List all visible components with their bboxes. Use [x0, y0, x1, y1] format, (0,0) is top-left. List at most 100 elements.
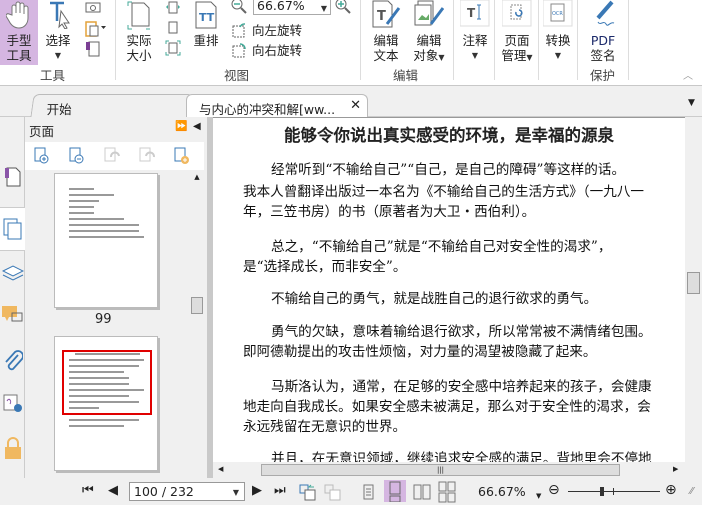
single-page-icon[interactable] — [362, 484, 376, 500]
continuous-facing-icon[interactable] — [438, 481, 456, 503]
document-view: 能够令你说出真实感受的环境，是幸福的源泉 经常听到“不输给自己”“自己，是自己的… — [213, 117, 685, 462]
rotate-left-button[interactable]: 向左旋转 — [231, 20, 302, 39]
hand-icon — [0, 0, 38, 30]
actual-size-button[interactable]: 实际 大小 — [120, 0, 158, 63]
thumbnail-toolbar — [25, 142, 204, 170]
continuous-page-button[interactable] — [384, 480, 406, 503]
zoom-select[interactable]: 66.67% ▼ — [253, 0, 331, 15]
page-thumbnail[interactable] — [54, 173, 158, 308]
clipboard-icon[interactable] — [84, 20, 108, 41]
edit-object-icon — [409, 0, 449, 30]
continuous-page-icon — [389, 481, 401, 503]
ocr-icon: OCR — [541, 0, 575, 27]
snapshot-icon[interactable] — [84, 0, 102, 17]
pages-panel: 页面 ⏩ ◀ 99 ▲ — [25, 117, 207, 478]
comments-icon[interactable] — [0, 299, 25, 331]
actual-size-icon — [120, 0, 158, 30]
rotate-right-icon — [232, 42, 246, 57]
tab-start[interactable]: 开始 — [30, 94, 194, 117]
next-page-button[interactable]: ▶ — [252, 483, 262, 498]
last-page-button[interactable]: ⏭ — [274, 483, 286, 498]
collapse-ribbon-icon[interactable]: ︿ — [683, 67, 693, 82]
edit-object-button[interactable]: 编辑 对象▼ — [409, 0, 449, 65]
first-page-button[interactable]: ⏮ — [82, 483, 94, 498]
comment-button[interactable]: T 注释 ▼ — [458, 0, 492, 63]
zoom-out-button[interactable]: ⊖ — [548, 482, 560, 498]
svg-text:T: T — [377, 9, 386, 24]
zoom-in-icon[interactable] — [334, 0, 352, 17]
reflow-icon: TT — [188, 0, 224, 30]
collapse-panel-icon[interactable]: ◀ — [193, 121, 201, 132]
signatures-icon[interactable] — [0, 387, 25, 419]
reflow-button[interactable]: TT 重排 — [188, 0, 224, 48]
layers-icon[interactable] — [0, 255, 25, 287]
svg-text:OCR: OCR — [552, 11, 563, 17]
fit-width-icon[interactable] — [164, 0, 182, 19]
horizontal-scrollbar[interactable]: ◀ ||| ▶ — [213, 462, 685, 478]
close-tab-icon[interactable]: ✕ — [350, 98, 361, 113]
convert-button[interactable]: OCR 转换 ▼ — [541, 0, 575, 63]
enlarge-thumbnail-icon[interactable] — [33, 147, 51, 165]
tab-list-dropdown-icon[interactable]: ▼ — [688, 98, 695, 108]
document-text-line: 勇气的欠缺，意味着输给退行欲求，所以常常被不满情绪包围。 — [271, 324, 652, 340]
pen-sign-icon — [585, 0, 621, 30]
page-rotate-icon — [497, 0, 537, 27]
vertical-scrollbar[interactable] — [685, 117, 702, 478]
security-lock-icon[interactable] — [0, 432, 25, 464]
fit-visible-icon[interactable] — [164, 40, 182, 59]
zoom-level[interactable]: 66.67% — [478, 484, 526, 499]
insert-page-icon[interactable] — [173, 147, 191, 165]
rotate-right-button[interactable]: 向右旋转 — [231, 40, 302, 59]
previous-page-button[interactable]: ◀ — [108, 483, 118, 498]
navigation-strip — [0, 117, 26, 478]
bookmark-page-icon[interactable] — [84, 40, 102, 61]
bookmarks-icon[interactable] — [0, 161, 25, 193]
thumbnail-page-number: 99 — [95, 312, 112, 327]
svg-text:T: T — [467, 6, 476, 20]
zoom-in-button[interactable]: ⊕ — [665, 482, 677, 498]
next-view-icon[interactable] — [323, 483, 343, 501]
rotate-left-icon — [232, 22, 246, 37]
document-text-line: 地走向自我成长。如果安全感未被满足，那么对于安全性的渴求，会 — [243, 399, 651, 415]
rotate-page-left-icon[interactable] — [103, 147, 121, 165]
document-text-line: 并且，在无意识领域，继续追求安全感的满足。背地里会不停地 — [271, 451, 652, 462]
group-label-edit: 编辑 — [393, 68, 419, 83]
expand-panel-icon[interactable]: ⏩ — [175, 121, 187, 132]
tab-bar: 开始 与内心的冲突和解[ww... ✕ ▼ — [0, 86, 702, 117]
status-bar: ⏮ ◀ 100 / 232 ▼ ▶ ⏭ 66.67% ▼ ⊖ ⊕ ⁄⁄ — [0, 478, 702, 505]
previous-view-icon[interactable] — [298, 483, 318, 501]
typewriter-icon: T — [458, 0, 492, 27]
document-text-line: 年，三笠书房）的书（原著者为大卫・西伯利）。 — [243, 204, 536, 220]
pdf-sign-button[interactable]: PDF 签名 — [585, 0, 621, 63]
svg-text:TT: TT — [199, 11, 215, 24]
fit-page-icon[interactable] — [164, 20, 182, 39]
page-thumbnail-current[interactable] — [54, 336, 158, 471]
panel-title: 页面 — [29, 124, 55, 139]
select-button[interactable]: 选择 ▼ — [40, 0, 76, 63]
page-management-button[interactable]: 页面 管理▼ — [497, 0, 537, 65]
resize-grip-icon[interactable]: ⁄⁄ — [690, 486, 693, 497]
reduce-thumbnail-icon[interactable] — [68, 147, 86, 165]
zoom-slider[interactable] — [568, 487, 660, 496]
document-heading: 能够令你说出真实感受的环境，是幸福的源泉 — [284, 126, 614, 145]
ribbon-toolbar: 手型 工具 选择 ▼ 工具 实际 大小 TT 重排 66.67% ▼ 向左旋转 向右旋转… — [0, 0, 702, 86]
thumbnail-scrollbar[interactable]: ▲ — [190, 173, 204, 478]
edit-text-button[interactable]: T 编辑 文本 — [368, 0, 404, 63]
zoom-dropdown-icon[interactable]: ▼ — [536, 487, 541, 501]
pages-icon[interactable] — [0, 207, 26, 251]
attachments-icon[interactable] — [0, 345, 25, 377]
document-text-line: 永远残留在无意识的世界。 — [243, 419, 407, 435]
rotate-page-right-icon[interactable] — [138, 147, 156, 165]
hand-tool-button[interactable]: 手型 工具 — [0, 0, 38, 65]
page-number-input[interactable]: 100 / 232 ▼ — [129, 482, 245, 501]
facing-page-icon[interactable] — [413, 484, 431, 500]
zoom-out-icon[interactable] — [230, 0, 248, 17]
document-text-line: 我本人曾翻译出版过一本名为《不输给自己的生活方式》（一九八一 — [243, 184, 645, 200]
document-text-line: 即阿德勒提出的攻击性烦恼，对力量的渴望被隐藏了起来。 — [243, 344, 597, 360]
visible-area-box[interactable] — [62, 350, 152, 415]
document-text-line: 不输给自己的勇气，就是战胜自己的退行欲求的勇气。 — [271, 291, 598, 307]
tab-document[interactable]: 与内心的冲突和解[ww... ✕ — [186, 94, 368, 117]
group-label-view: 视图 — [224, 68, 250, 83]
group-label-protect: 保护 — [590, 68, 616, 83]
group-label-tools: 工具 — [40, 68, 66, 83]
